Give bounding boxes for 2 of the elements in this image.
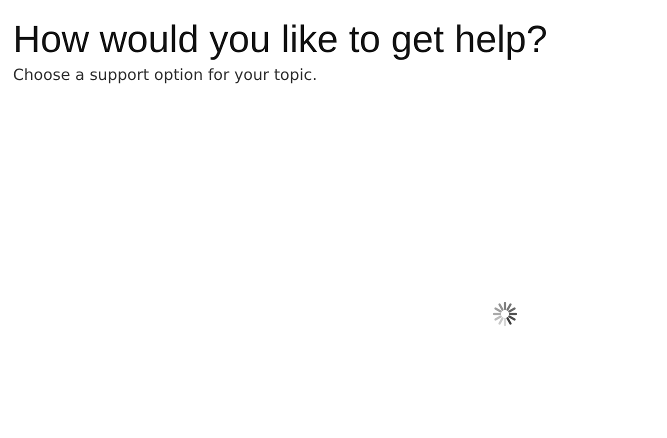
page-title: How would you like to get help? — [13, 18, 548, 63]
page-subtitle: Choose a support option for your topic. — [13, 65, 318, 85]
